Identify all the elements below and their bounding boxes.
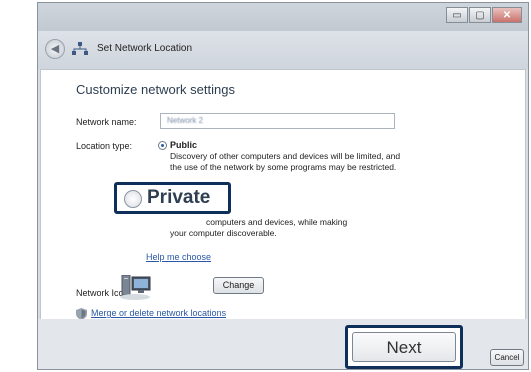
merge-delete-locations-link[interactable]: Merge or delete network locations	[91, 308, 226, 318]
close-button[interactable]: ✕	[492, 7, 522, 23]
public-description-line-2: the use of the network by some programs …	[170, 161, 397, 172]
network-name-field[interactable]: Network 2	[160, 113, 395, 129]
private-description: computers and devices, while making your…	[170, 217, 347, 238]
location-type-label: Location type:	[76, 141, 133, 151]
page-heading: Customize network settings	[76, 82, 235, 97]
next-button-highlight: Next	[345, 325, 463, 369]
public-radio[interactable]	[158, 141, 167, 150]
change-icon-button[interactable]: Change	[213, 277, 264, 294]
private-label[interactable]: Private	[147, 187, 210, 209]
content-panel: Customize network settings Network name:…	[40, 69, 526, 321]
private-description-line-1: computers and devices, while making	[206, 217, 348, 227]
wizard-title: Set Network Location	[97, 43, 193, 54]
back-button[interactable]: ◀	[45, 39, 65, 59]
public-label[interactable]: Public	[170, 140, 197, 150]
network-name-value: Network 2	[167, 116, 204, 125]
help-me-choose-link[interactable]: Help me choose	[146, 252, 211, 262]
public-description: Discovery of other computers and devices…	[170, 151, 400, 172]
navigation-bar: ◀ Set Network Location	[38, 31, 528, 69]
maximize-button[interactable]: ▢	[469, 7, 491, 23]
public-description-line-1: Discovery of other computers and devices…	[170, 151, 401, 161]
title-bar[interactable]: ▭ ▢ ✕	[38, 3, 528, 31]
set-network-location-window: ▭ ▢ ✕ ◀ Set Network Location Customize n…	[37, 2, 529, 370]
private-description-line-2: your computer discoverable.	[170, 227, 277, 238]
private-option-highlight[interactable]: Private	[114, 182, 231, 214]
next-button[interactable]: Next	[352, 332, 456, 362]
private-radio[interactable]	[124, 190, 142, 208]
window-controls: ▭ ▢ ✕	[446, 7, 522, 23]
computer-icon	[120, 275, 151, 300]
cancel-button[interactable]: Cancel	[490, 349, 524, 366]
minimize-button[interactable]: ▭	[446, 7, 468, 23]
network-name-label: Network name:	[76, 117, 137, 127]
network-icon	[72, 42, 88, 56]
back-arrow-icon: ◀	[50, 43, 60, 55]
